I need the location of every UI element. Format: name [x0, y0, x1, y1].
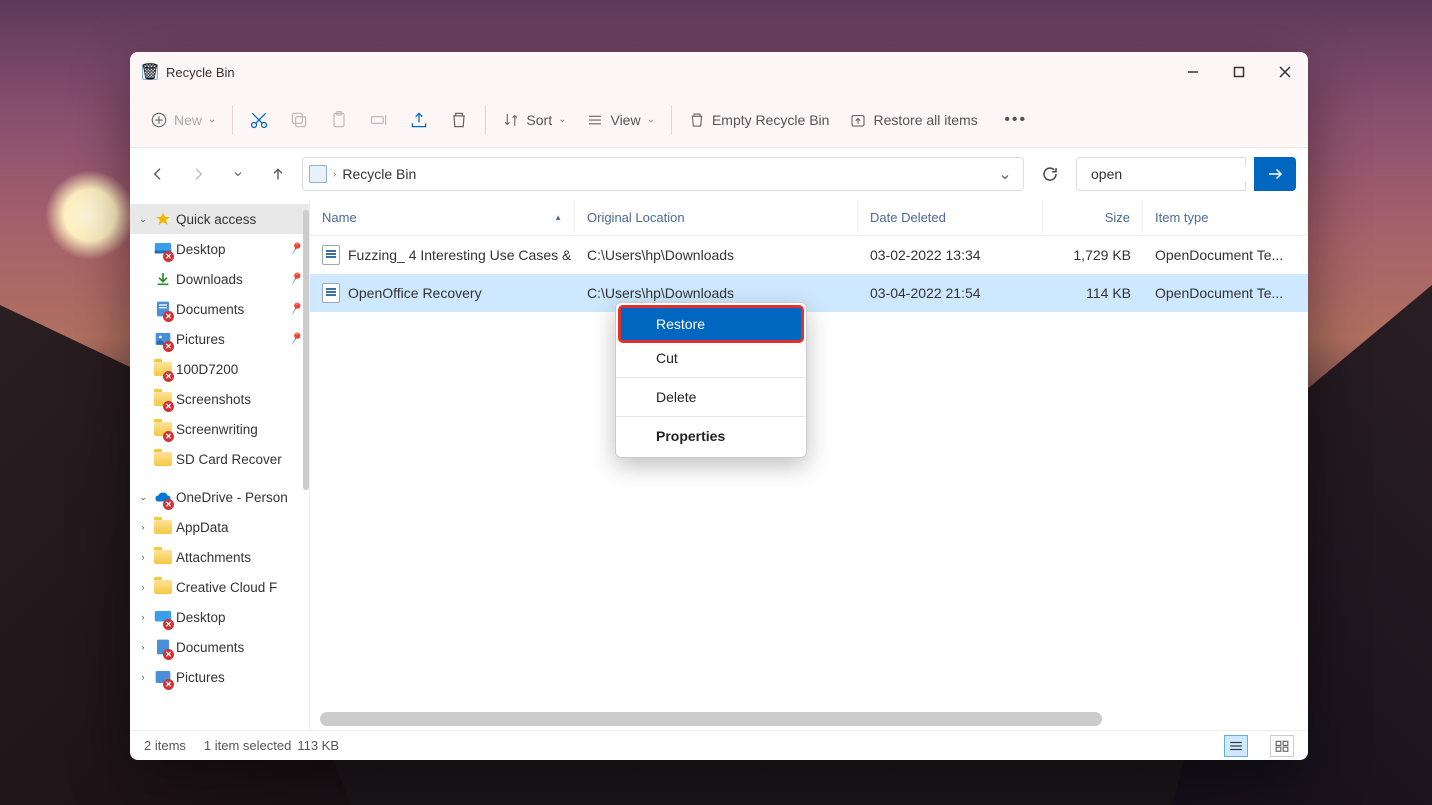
search-input[interactable]: [1091, 166, 1272, 182]
folder-icon: [154, 390, 172, 408]
folder-icon: [154, 520, 172, 534]
view-thumbnails-button[interactable]: [1270, 735, 1294, 757]
sidebar-item-creative[interactable]: ›Creative Cloud F: [130, 572, 309, 602]
context-menu: Restore Cut Delete Properties: [615, 302, 807, 458]
desktop-icon: [154, 240, 172, 258]
breadcrumb[interactable]: Recycle Bin: [342, 166, 416, 182]
pictures-icon: [154, 668, 172, 686]
sidebar-label: Quick access: [176, 212, 256, 227]
recent-button[interactable]: [222, 158, 254, 190]
col-date[interactable]: Date Deleted: [858, 200, 1043, 235]
paste-button[interactable]: [319, 102, 359, 138]
sort-label: Sort: [526, 112, 552, 128]
documents-icon: [154, 638, 172, 656]
refresh-button[interactable]: [1032, 157, 1068, 191]
view-button[interactable]: View⌄: [576, 102, 664, 138]
rename-button[interactable]: [359, 102, 399, 138]
search-box[interactable]: ✕: [1076, 157, 1246, 191]
address-dropdown[interactable]: ⌄: [993, 164, 1017, 184]
sidebar-item-screenshots[interactable]: ›Screenshots: [130, 384, 309, 414]
recycle-bin-icon: [309, 165, 327, 183]
new-button[interactable]: New⌄: [140, 102, 226, 138]
sidebar-item-desktop[interactable]: ›Desktop📍: [130, 234, 309, 264]
chevron-right-icon: ›: [333, 169, 336, 180]
folder-icon: [154, 550, 172, 564]
nav-row: › Recycle Bin ⌄ ✕: [130, 148, 1308, 200]
context-properties[interactable]: Properties: [616, 419, 806, 453]
sidebar-onedrive[interactable]: ⌄OneDrive - Person: [130, 482, 309, 512]
col-size[interactable]: Size: [1043, 200, 1143, 235]
desktop-icon: [154, 608, 172, 626]
sidebar-scrollbar[interactable]: [303, 210, 309, 490]
copy-button[interactable]: [279, 102, 319, 138]
status-count: 2 items: [144, 738, 186, 753]
star-icon: [154, 210, 172, 228]
column-headers: Name▲ Original Location Date Deleted Siz…: [310, 200, 1308, 236]
window-title: Recycle Bin: [166, 65, 235, 80]
empty-recycle-bin-button[interactable]: Empty Recycle Bin: [678, 102, 839, 138]
up-button[interactable]: [262, 158, 294, 190]
context-cut[interactable]: Cut: [616, 341, 806, 375]
share-button[interactable]: [399, 102, 439, 138]
more-button[interactable]: •••: [996, 102, 1036, 138]
status-selected: 1 item selected: [204, 738, 291, 753]
col-type[interactable]: Item type: [1143, 200, 1308, 235]
view-label: View: [610, 112, 640, 128]
pictures-icon: [154, 330, 172, 348]
status-size: 113 KB: [297, 738, 339, 753]
document-icon: [322, 245, 340, 265]
new-label: New: [174, 112, 202, 128]
close-button[interactable]: [1262, 52, 1308, 92]
document-icon: [322, 283, 340, 303]
cut-button[interactable]: [239, 102, 279, 138]
sidebar-item-od-documents[interactable]: ›Documents: [130, 632, 309, 662]
documents-icon: [154, 300, 172, 318]
sidebar-item-appdata[interactable]: ›AppData: [130, 512, 309, 542]
sidebar-quick-access[interactable]: ⌄ Quick access: [130, 204, 309, 234]
sidebar-item-documents[interactable]: ›Documents📍: [130, 294, 309, 324]
folder-icon: [154, 360, 172, 378]
back-button[interactable]: [142, 158, 174, 190]
forward-button[interactable]: [182, 158, 214, 190]
context-delete[interactable]: Delete: [616, 380, 806, 414]
file-list: Name▲ Original Location Date Deleted Siz…: [310, 200, 1308, 730]
sidebar-item-od-desktop[interactable]: ›Desktop: [130, 602, 309, 632]
titlebar[interactable]: 🗑 Recycle Bin: [130, 52, 1308, 92]
recycle-bin-icon: 🗑: [142, 64, 158, 80]
minimize-button[interactable]: [1170, 52, 1216, 92]
empty-label: Empty Recycle Bin: [712, 112, 829, 128]
context-restore[interactable]: Restore: [620, 307, 802, 341]
col-name[interactable]: Name▲: [310, 200, 575, 235]
maximize-button[interactable]: [1216, 52, 1262, 92]
address-bar[interactable]: › Recycle Bin ⌄: [302, 157, 1024, 191]
sidebar-item-100d7200[interactable]: ›100D7200: [130, 354, 309, 384]
sidebar-item-sdcard[interactable]: ›SD Card Recover: [130, 444, 309, 474]
folder-icon: [154, 450, 172, 468]
col-location[interactable]: Original Location: [575, 200, 858, 235]
sidebar-item-screenwriting[interactable]: ›Screenwriting: [130, 414, 309, 444]
status-bar: 2 items 1 item selected 113 KB: [130, 730, 1308, 760]
download-icon: [154, 270, 172, 288]
restore-all-button[interactable]: Restore all items: [839, 102, 987, 138]
sidebar-item-downloads[interactable]: ›Downloads📍: [130, 264, 309, 294]
sort-button[interactable]: Sort⌄: [492, 102, 576, 138]
sidebar-item-attachments[interactable]: ›Attachments: [130, 542, 309, 572]
delete-button[interactable]: [439, 102, 479, 138]
sidebar-item-pictures[interactable]: ›Pictures📍: [130, 324, 309, 354]
sort-asc-icon: ▲: [554, 213, 562, 222]
search-go-button[interactable]: [1254, 157, 1296, 191]
folder-icon: [154, 420, 172, 438]
sidebar-item-od-pictures[interactable]: ›Pictures: [130, 662, 309, 692]
view-details-button[interactable]: [1224, 735, 1248, 757]
restore-all-label: Restore all items: [873, 112, 977, 128]
horizontal-scrollbar[interactable]: [320, 712, 1298, 726]
explorer-window: 🗑 Recycle Bin New⌄ Sort⌄ View⌄: [130, 52, 1308, 760]
file-row[interactable]: OpenOffice Recovery C:\Users\hp\Download…: [310, 274, 1308, 312]
file-row[interactable]: Fuzzing_ 4 Interesting Use Cases & ... C…: [310, 236, 1308, 274]
toolbar: New⌄ Sort⌄ View⌄ Empty Recycle Bin Resto…: [130, 92, 1308, 148]
onedrive-icon: [154, 488, 172, 506]
folder-icon: [154, 580, 172, 594]
sidebar[interactable]: ⌄ Quick access ›Desktop📍 ›Downloads📍 ›Do…: [130, 200, 310, 730]
